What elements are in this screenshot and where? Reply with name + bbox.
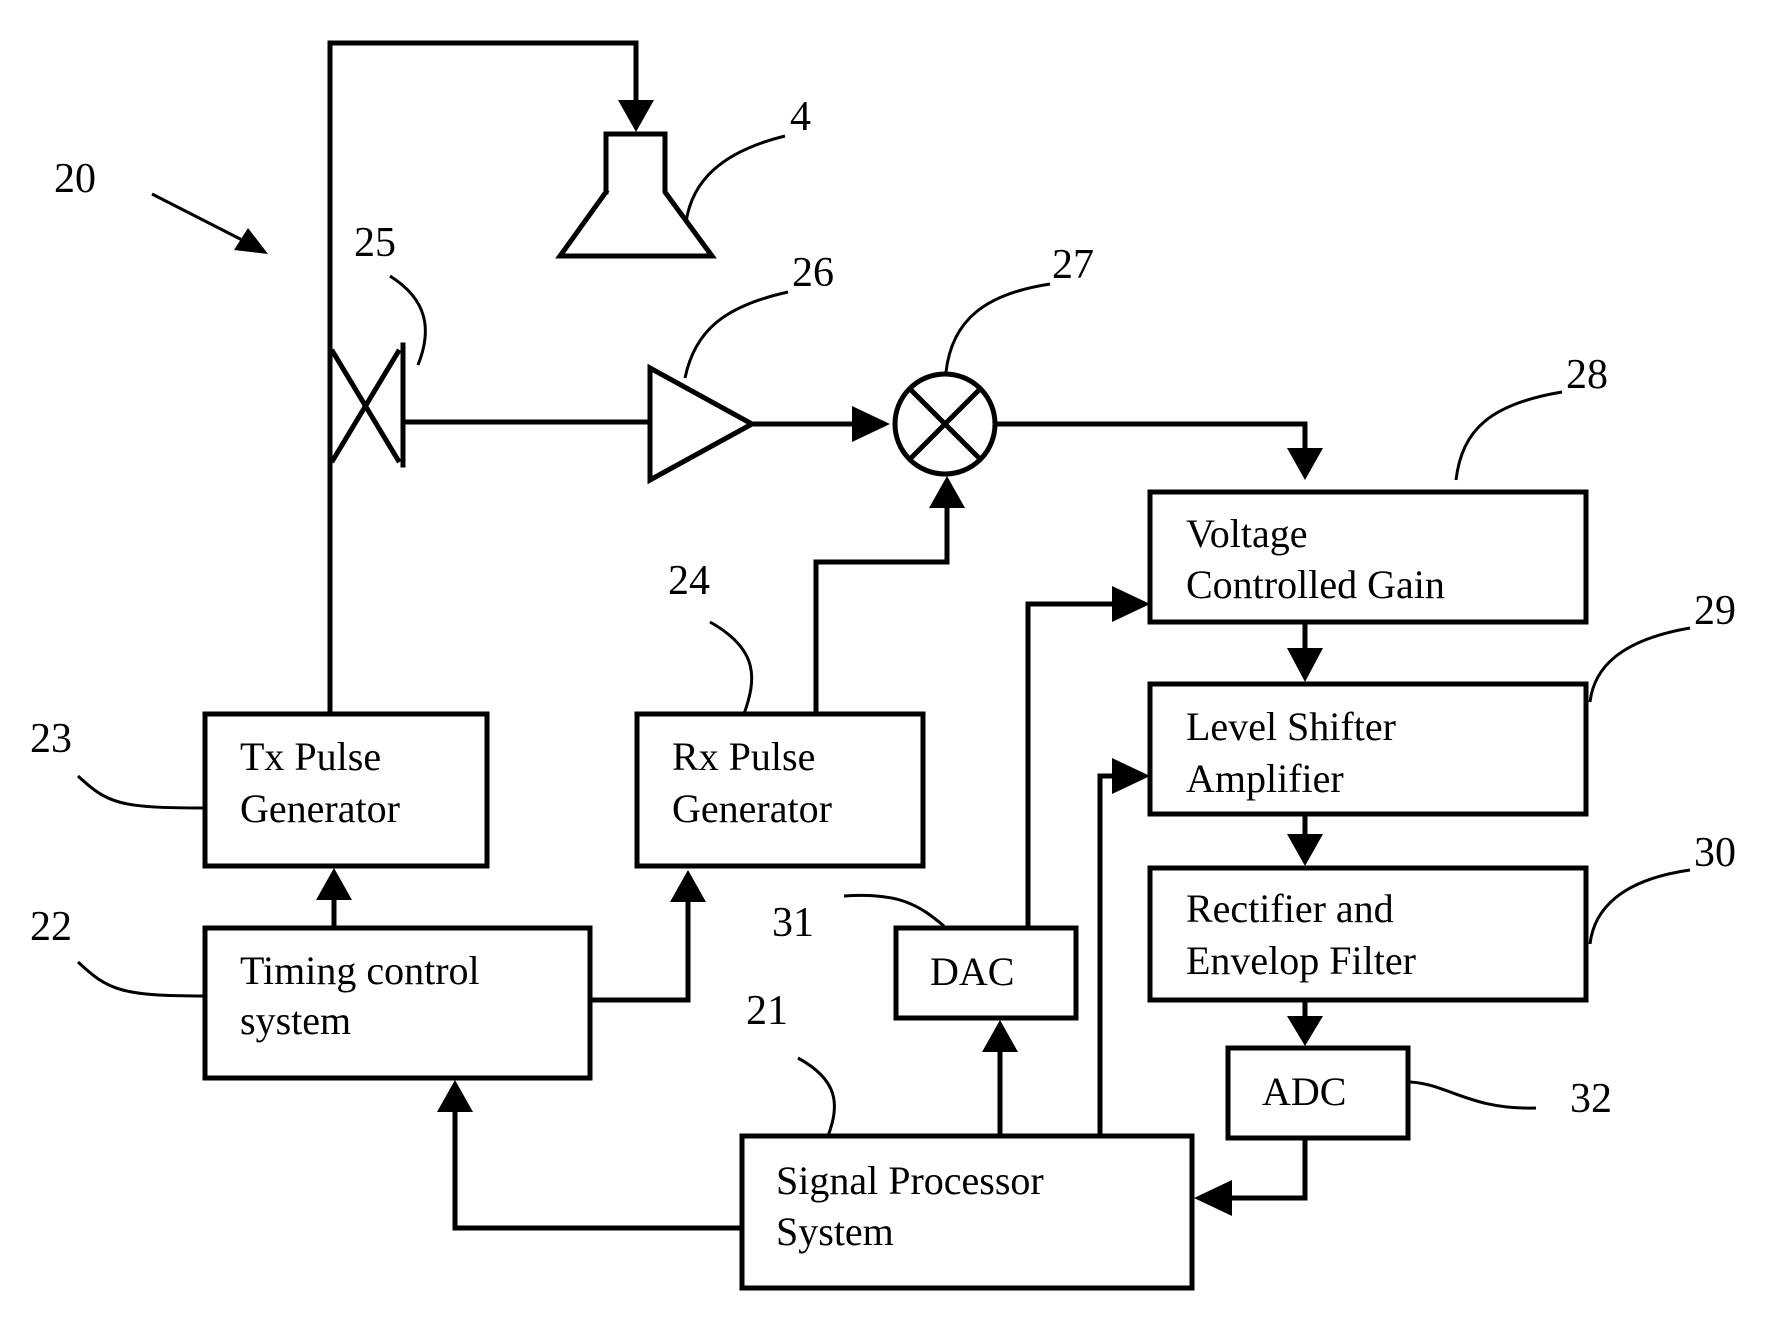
dac-label: DAC bbox=[930, 949, 1014, 994]
antenna-icon bbox=[555, 131, 717, 259]
rect-input-arrow bbox=[1287, 834, 1323, 866]
vcg-control-arrow bbox=[1112, 586, 1150, 622]
ref-level-shifter: 29 bbox=[1694, 588, 1736, 634]
adc-label: ADC bbox=[1262, 1069, 1346, 1114]
dac-input-arrow bbox=[982, 1020, 1018, 1052]
ref-dac-leader bbox=[843, 893, 945, 928]
ref-tx-pulse-leader bbox=[76, 774, 206, 810]
ref-timing: 22 bbox=[30, 904, 72, 950]
sp-to-timing-line bbox=[452, 1107, 745, 1231]
block-diagram: 20 4 25 26 27 Voltage Controlled Gain 28 bbox=[30, 40, 1736, 1291]
ref-system-arrow bbox=[151, 192, 251, 246]
ls-control-arrow bbox=[1112, 758, 1150, 794]
tx-input-arrow bbox=[316, 868, 352, 900]
mixer-input-arrow bbox=[852, 406, 890, 442]
ref-level-shifter-leader bbox=[1588, 626, 1691, 703]
amplifier-icon bbox=[647, 363, 758, 485]
ref-tx-pulse: 23 bbox=[30, 716, 72, 762]
tx-feed-line bbox=[327, 40, 639, 715]
rx-label-2: Generator bbox=[672, 786, 832, 831]
ref-mixer-leader bbox=[944, 282, 1051, 373]
rect-label-2: Envelop Filter bbox=[1186, 938, 1416, 983]
ref-timing-leader bbox=[76, 960, 206, 998]
ref-rectifier: 30 bbox=[1694, 830, 1736, 876]
vcg-label-1: Voltage bbox=[1186, 511, 1307, 556]
sp-to-ls-line bbox=[1097, 773, 1123, 1139]
rx-label-1: Rx Pulse bbox=[672, 734, 815, 779]
tx-label-2: Generator bbox=[240, 786, 400, 831]
mixer-to-vcg-line bbox=[992, 421, 1308, 453]
ref-signal-processor-leader bbox=[797, 1056, 836, 1137]
mixer-icon bbox=[892, 371, 998, 477]
ref-rx-pulse: 24 bbox=[668, 558, 710, 604]
rect-label-1: Rectifier and bbox=[1186, 886, 1394, 931]
ls-input-arrow bbox=[1287, 648, 1323, 682]
ls-label-2: Amplifier bbox=[1186, 756, 1344, 801]
ref-mixer: 27 bbox=[1052, 242, 1094, 288]
dac-to-vcg-line bbox=[1025, 601, 1123, 931]
ref-adc: 32 bbox=[1570, 1076, 1612, 1122]
sp-label-1: Signal Processor bbox=[776, 1158, 1044, 1203]
ref-amplifier: 26 bbox=[792, 250, 834, 296]
ref-rx-pulse-leader bbox=[709, 620, 754, 715]
ref-antenna-leader bbox=[684, 134, 786, 223]
ref-vcg-leader bbox=[1454, 390, 1563, 481]
ref-dac: 31 bbox=[772, 900, 814, 946]
timing-label-1: Timing control bbox=[240, 948, 480, 993]
antenna-input-arrow bbox=[618, 100, 654, 132]
ls-label-1: Level Shifter bbox=[1186, 704, 1396, 749]
vcg-input-arrow bbox=[1287, 448, 1323, 480]
ref-rectifier-leader bbox=[1588, 868, 1691, 945]
sp-input-arrow bbox=[1194, 1180, 1232, 1216]
timing-input-arrow bbox=[437, 1080, 473, 1112]
adc-input-arrow bbox=[1287, 1016, 1323, 1046]
ref-antenna: 4 bbox=[790, 94, 811, 140]
ref-signal-processor: 21 bbox=[746, 988, 788, 1034]
ref-vcg: 28 bbox=[1566, 352, 1608, 398]
ref-switch: 25 bbox=[354, 220, 396, 266]
tx-label-1: Tx Pulse bbox=[240, 734, 381, 779]
sp-label-2: System bbox=[776, 1209, 894, 1254]
switch-icon bbox=[329, 342, 406, 468]
ref-system-arrowhead bbox=[234, 228, 268, 254]
mixer-lo-arrow bbox=[929, 476, 965, 508]
ref-amplifier-leader bbox=[683, 290, 789, 379]
vcg-label-2: Controlled Gain bbox=[1186, 562, 1445, 607]
timing-to-rx-line bbox=[587, 897, 691, 1003]
timing-label-2: system bbox=[240, 998, 351, 1043]
lo-line bbox=[813, 497, 950, 715]
rx-input-arrow bbox=[670, 870, 706, 902]
ref-adc-leader bbox=[1409, 1080, 1537, 1110]
ref-system: 20 bbox=[54, 156, 96, 202]
